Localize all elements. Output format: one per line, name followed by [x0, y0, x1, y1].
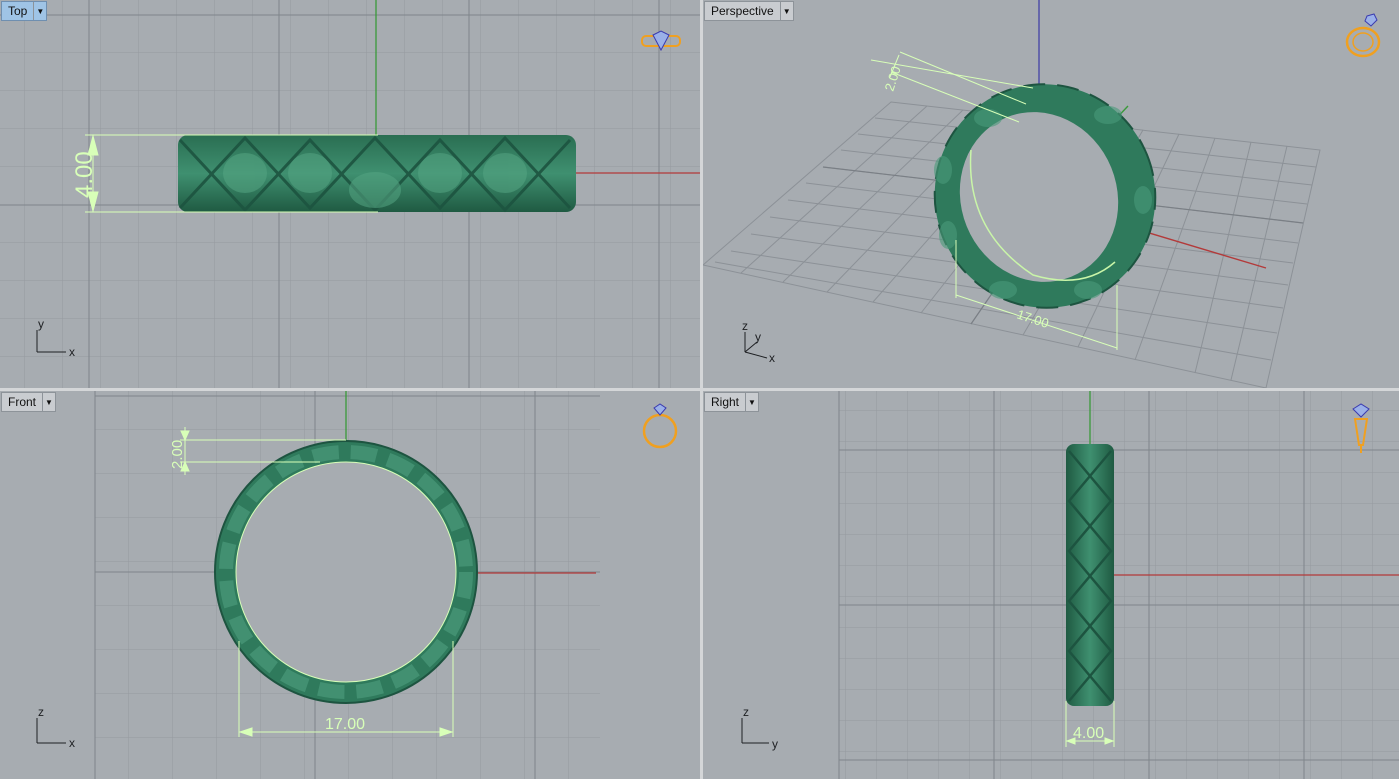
viewport-label: Right — [711, 395, 740, 409]
axis-widget — [741, 718, 769, 744]
ring-front-icon[interactable] — [640, 401, 680, 451]
front-scene: 2.00 17.00 z x — [36, 391, 600, 779]
viewport-tab-perspective[interactable]: Perspective ▼ — [704, 1, 794, 21]
dimension-label-large: 17.00 — [325, 716, 365, 733]
viewport-label: Top — [8, 4, 28, 18]
axis-label-y: y — [772, 737, 778, 751]
ring-body[interactable] — [1066, 444, 1114, 706]
ring-body[interactable] — [214, 440, 478, 704]
viewport-label: Perspective — [711, 4, 774, 18]
viewport-perspective[interactable]: 2.00 17.00 z y x Perspective ▼ — [703, 0, 1399, 388]
dropdown-arrow-icon[interactable]: ▼ — [745, 393, 758, 411]
top-scene: 4.00 y x — [0, 0, 700, 388]
dimension-label-large: 17.00 — [1015, 307, 1051, 331]
axis-label-x: x — [769, 351, 775, 365]
viewport-front[interactable]: 2.00 17.00 z x Front ▼ — [0, 391, 700, 779]
axis-label-x: x — [69, 345, 75, 359]
axis-label-x: x — [69, 736, 75, 750]
axis-label-y: y — [38, 317, 44, 331]
axis-label-y: y — [755, 330, 761, 344]
viewport-label: Front — [8, 395, 37, 409]
dimension-label-small: 2.00 — [169, 440, 186, 469]
ring-side-icon[interactable] — [1347, 401, 1375, 457]
viewport-tab-front[interactable]: Front ▼ — [1, 392, 57, 412]
viewport-tab-right[interactable]: Right ▼ — [704, 392, 760, 412]
axis-label-z: z — [742, 319, 748, 333]
dimension-label: 4.00 — [71, 151, 98, 198]
dropdown-arrow-icon[interactable]: ▼ — [42, 393, 55, 411]
viewport-tab-top[interactable]: Top ▼ — [1, 1, 48, 21]
dropdown-arrow-icon[interactable]: ▼ — [779, 2, 793, 20]
viewport-top[interactable]: 4.00 y x Top ▼ — [0, 0, 700, 388]
ring-top-icon[interactable] — [640, 28, 682, 54]
axis-widget — [36, 718, 66, 744]
dimension-label: 4.00 — [1073, 725, 1104, 742]
dimension-label-small: 2.00 — [882, 64, 904, 93]
right-scene: 4.00 z y — [741, 391, 1399, 779]
ring-body[interactable] — [901, 51, 1189, 341]
ring-body[interactable] — [178, 135, 576, 213]
perspective-scene: 2.00 17.00 z y x — [703, 0, 1321, 388]
axis-label-z: z — [743, 705, 749, 719]
axis-label-z: z — [38, 705, 44, 719]
dropdown-arrow-icon[interactable]: ▼ — [33, 2, 46, 20]
viewport-right[interactable]: 4.00 z y Right ▼ — [703, 391, 1399, 779]
ring-perspective-icon[interactable] — [1341, 12, 1385, 60]
